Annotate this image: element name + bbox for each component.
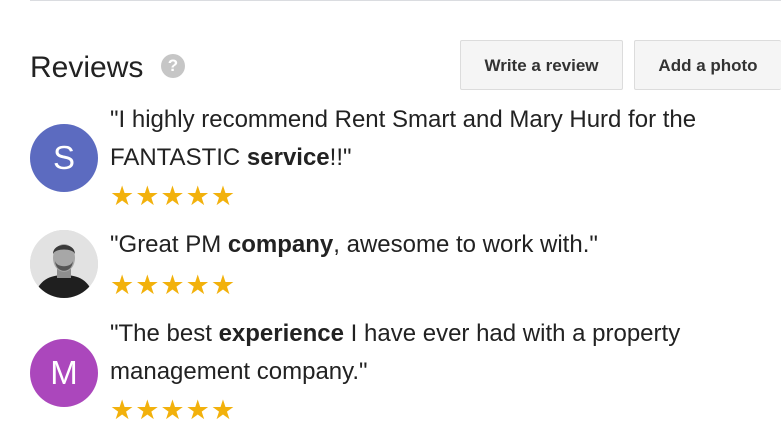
review-keyword: service (246, 144, 330, 171)
user-photo-icon (30, 230, 98, 298)
review-text: "I highly recommend Rent Smart and Mary … (110, 106, 697, 171)
review-text: "Great PM company, awesome to work with.… (110, 231, 598, 258)
star-rating: ★★★★★ (110, 395, 237, 425)
reviews-header: Reviews ? Write a review Add a photo (30, 40, 781, 92)
help-circle-icon[interactable]: ? (161, 54, 185, 78)
review-keyword: company (227, 231, 334, 258)
write-review-button[interactable]: Write a review (460, 40, 623, 90)
review-keyword: experience (218, 320, 344, 347)
avatar[interactable]: S (30, 124, 98, 192)
star-rating: ★★★★★ (110, 270, 237, 300)
star-rating: ★★★★★ (110, 181, 237, 211)
avatar[interactable]: M (30, 339, 98, 407)
review-item[interactable]: M "The best experience I have ever had w… (30, 314, 781, 429)
review-item[interactable]: "Great PM company, awesome to work with.… (30, 225, 781, 305)
top-divider (30, 0, 781, 1)
review-text: "The best experience I have ever had wit… (110, 320, 681, 385)
reviews-title: Reviews (30, 51, 144, 84)
add-photo-button[interactable]: Add a photo (634, 40, 781, 90)
avatar[interactable] (30, 230, 98, 298)
review-item[interactable]: S "I highly recommend Rent Smart and Mar… (30, 100, 781, 215)
